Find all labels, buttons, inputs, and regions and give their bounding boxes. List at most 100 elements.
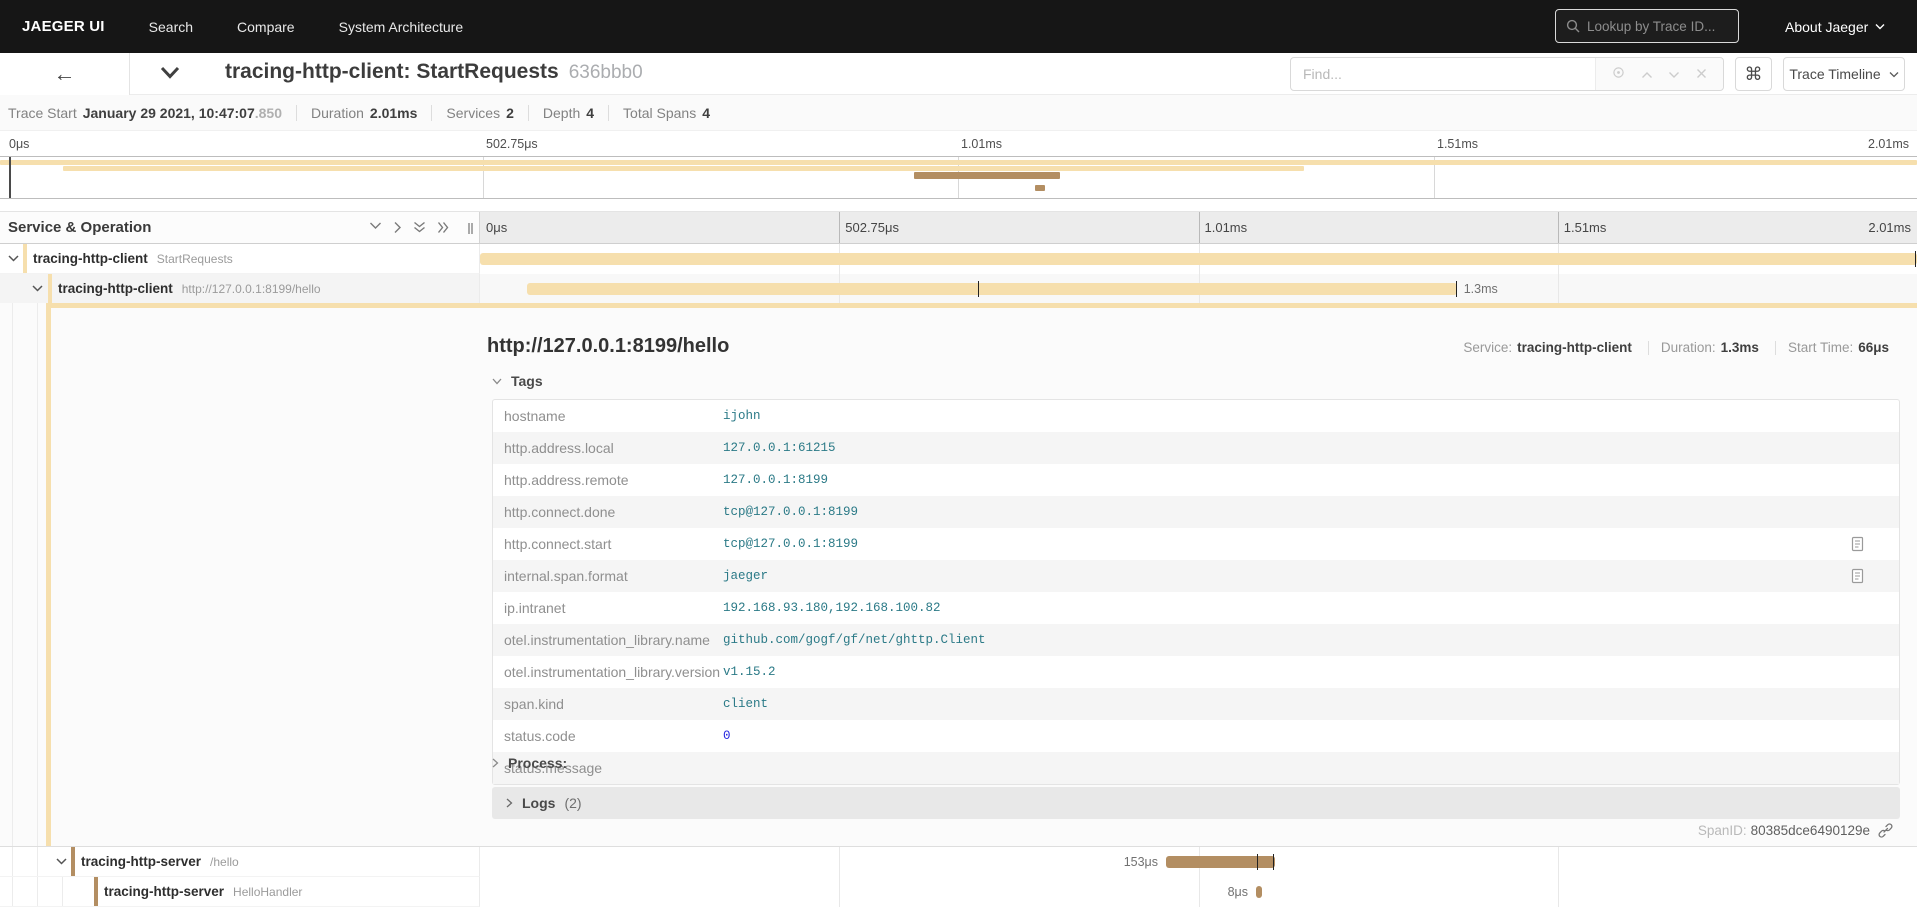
operation-name: /hello bbox=[210, 855, 239, 869]
deep-link-icon[interactable] bbox=[1878, 823, 1893, 838]
prev-match-icon[interactable] bbox=[1641, 67, 1653, 82]
collapse-trace-chevron-icon[interactable] bbox=[160, 66, 180, 84]
minimap-drag-handle[interactable] bbox=[9, 157, 11, 198]
about-jaeger-menu[interactable]: About Jaeger bbox=[1785, 0, 1885, 53]
clear-find-icon[interactable] bbox=[1696, 67, 1707, 82]
trace-lookup-input[interactable] bbox=[1587, 18, 1728, 34]
nav-item-compare[interactable]: Compare bbox=[237, 19, 295, 35]
span-duration-label: 153μs bbox=[1123, 855, 1159, 869]
service-name: tracing-http-server bbox=[81, 854, 202, 869]
tag-row[interactable]: status.message bbox=[493, 752, 1899, 784]
span-bar-cell[interactable]: 153μs bbox=[480, 847, 1917, 877]
span-id-label: SpanID: bbox=[1697, 823, 1747, 838]
span-name-cell[interactable]: tracing-http-server HelloHandler bbox=[0, 877, 480, 907]
tag-row[interactable]: otel.instrumentation_library.version v1.1… bbox=[493, 656, 1899, 688]
span-duration-label: 8μs bbox=[1227, 885, 1248, 899]
trace-view-selector[interactable]: Trace Timeline bbox=[1783, 57, 1905, 91]
service-operation-title: Service & Operation bbox=[8, 219, 152, 236]
indent-guide bbox=[12, 877, 13, 906]
tag-row[interactable]: http.connect.start tcp@127.0.0.1:8199 bbox=[493, 528, 1899, 560]
tag-row[interactable]: ip.intranet 192.168.93.180,192.168.100.82 bbox=[493, 592, 1899, 624]
tag-row[interactable]: status.code 0 bbox=[493, 720, 1899, 752]
find-input[interactable] bbox=[1291, 58, 1595, 90]
minimap-span-server-hello bbox=[914, 172, 1061, 179]
trace-summary-bar: Trace Start January 29 2021, 10:47:07.850… bbox=[0, 95, 1917, 131]
column-resizer[interactable] bbox=[468, 223, 473, 234]
collapse-one-icon[interactable] bbox=[369, 221, 382, 234]
span-id-row: SpanID: 80385dce6490129e bbox=[1698, 823, 1893, 838]
duration-value: 1.3ms bbox=[1720, 340, 1759, 355]
log-marker-tick bbox=[1455, 281, 1457, 297]
collapse-span-chevron-icon[interactable] bbox=[8, 255, 19, 262]
tag-row[interactable]: http.address.remote 127.0.0.1:8199 bbox=[493, 464, 1899, 496]
expand-one-icon[interactable] bbox=[393, 221, 402, 234]
chevron-down-icon bbox=[1889, 71, 1899, 78]
duration-label: Duration bbox=[311, 104, 364, 121]
tag-row[interactable]: span.kind client bbox=[493, 688, 1899, 720]
search-icon bbox=[1566, 19, 1580, 33]
tag-row[interactable]: internal.span.format jaeger bbox=[493, 560, 1899, 592]
back-button[interactable]: ← bbox=[0, 53, 130, 95]
service-name: tracing-http-client bbox=[33, 251, 148, 266]
tag-row[interactable]: http.address.local 127.0.0.1:61215 bbox=[493, 432, 1899, 464]
span-duration-label: 1.3ms bbox=[1463, 282, 1498, 296]
span-color-bar bbox=[23, 244, 27, 273]
process-section-toggle[interactable]: Process: bbox=[492, 755, 567, 771]
chevron-down-icon bbox=[1868, 23, 1885, 30]
collapse-span-chevron-icon[interactable] bbox=[32, 285, 43, 292]
tags-section-toggle[interactable]: Tags bbox=[492, 373, 543, 389]
tag-row[interactable]: otel.instrumentation_library.name github.… bbox=[493, 624, 1899, 656]
copy-icon[interactable] bbox=[1850, 536, 1865, 553]
logs-section-toggle[interactable]: Logs (2) bbox=[492, 787, 1900, 819]
service-label: Service: bbox=[1463, 340, 1513, 355]
span-name-cell[interactable]: tracing-http-client http://127.0.0.1:8199… bbox=[0, 274, 480, 304]
span-bar-cell[interactable] bbox=[480, 244, 1917, 274]
indent-guide bbox=[37, 847, 38, 876]
span-color-strip bbox=[46, 303, 51, 846]
process-section-label: Process: bbox=[508, 755, 568, 771]
trace-start-label: Trace Start bbox=[8, 104, 77, 121]
nav-item-system-architecture[interactable]: System Architecture bbox=[339, 19, 464, 35]
duration-value: 2.01ms bbox=[369, 104, 418, 121]
tag-row[interactable]: hostname ijohn bbox=[493, 400, 1899, 432]
copy-icon[interactable] bbox=[1850, 568, 1865, 585]
service-name: tracing-http-client bbox=[58, 281, 173, 296]
logs-count: (2) bbox=[564, 795, 582, 811]
operation-name: StartRequests bbox=[156, 252, 233, 266]
span-duration-bar[interactable] bbox=[1166, 856, 1275, 868]
span-duration-bar[interactable] bbox=[527, 283, 1457, 295]
minimap-tick-25: 502.75μs bbox=[486, 137, 538, 151]
span-duration-bar[interactable] bbox=[1255, 886, 1263, 898]
span-color-bar bbox=[48, 274, 52, 303]
total-spans-value: 4 bbox=[702, 104, 711, 121]
trace-id: 636bbb0 bbox=[568, 62, 643, 83]
jaeger-logo[interactable]: JAEGER UI bbox=[22, 18, 105, 35]
logs-section-label: Logs bbox=[522, 795, 556, 811]
span-color-bar bbox=[94, 877, 98, 906]
focus-match-icon[interactable] bbox=[1612, 66, 1625, 82]
collapse-span-chevron-icon[interactable] bbox=[56, 858, 67, 865]
trace-view-label: Trace Timeline bbox=[1789, 66, 1881, 82]
span-name-cell[interactable]: tracing-http-client StartRequests bbox=[0, 244, 480, 274]
minimap-span-startrequests bbox=[0, 160, 1917, 165]
span-name-cell[interactable]: tracing-http-server/hello bbox=[0, 847, 480, 877]
collapse-all-icon[interactable] bbox=[413, 221, 426, 234]
span-row-hellohandler: tracing-http-server HelloHandler 8μs bbox=[0, 877, 1917, 907]
total-spans-label: Total Spans bbox=[623, 104, 697, 121]
next-match-icon[interactable] bbox=[1668, 67, 1680, 82]
trace-minimap[interactable] bbox=[0, 156, 1917, 199]
span-bar-cell[interactable]: 8μs bbox=[480, 877, 1917, 907]
log-marker-tick bbox=[1256, 854, 1258, 870]
log-marker-tick bbox=[1273, 854, 1275, 870]
nav-item-search[interactable]: Search bbox=[149, 19, 193, 35]
minimap-span-hellohandler bbox=[1035, 185, 1045, 191]
service-value: tracing-http-client bbox=[1517, 340, 1632, 355]
span-duration-bar[interactable] bbox=[480, 253, 1917, 265]
expand-all-icon[interactable] bbox=[437, 221, 449, 234]
trace-header: ← tracing-http-client: StartRequests 636b… bbox=[0, 53, 1917, 95]
ruler-label-25: 502.75μs bbox=[845, 220, 900, 235]
keyboard-shortcuts-button[interactable]: ⌘ bbox=[1735, 57, 1772, 91]
minimap-tick-75: 1.51ms bbox=[1437, 137, 1478, 151]
span-bar-cell[interactable]: 1.3ms bbox=[480, 274, 1917, 304]
tag-row[interactable]: http.connect.done tcp@127.0.0.1:8199 bbox=[493, 496, 1899, 528]
